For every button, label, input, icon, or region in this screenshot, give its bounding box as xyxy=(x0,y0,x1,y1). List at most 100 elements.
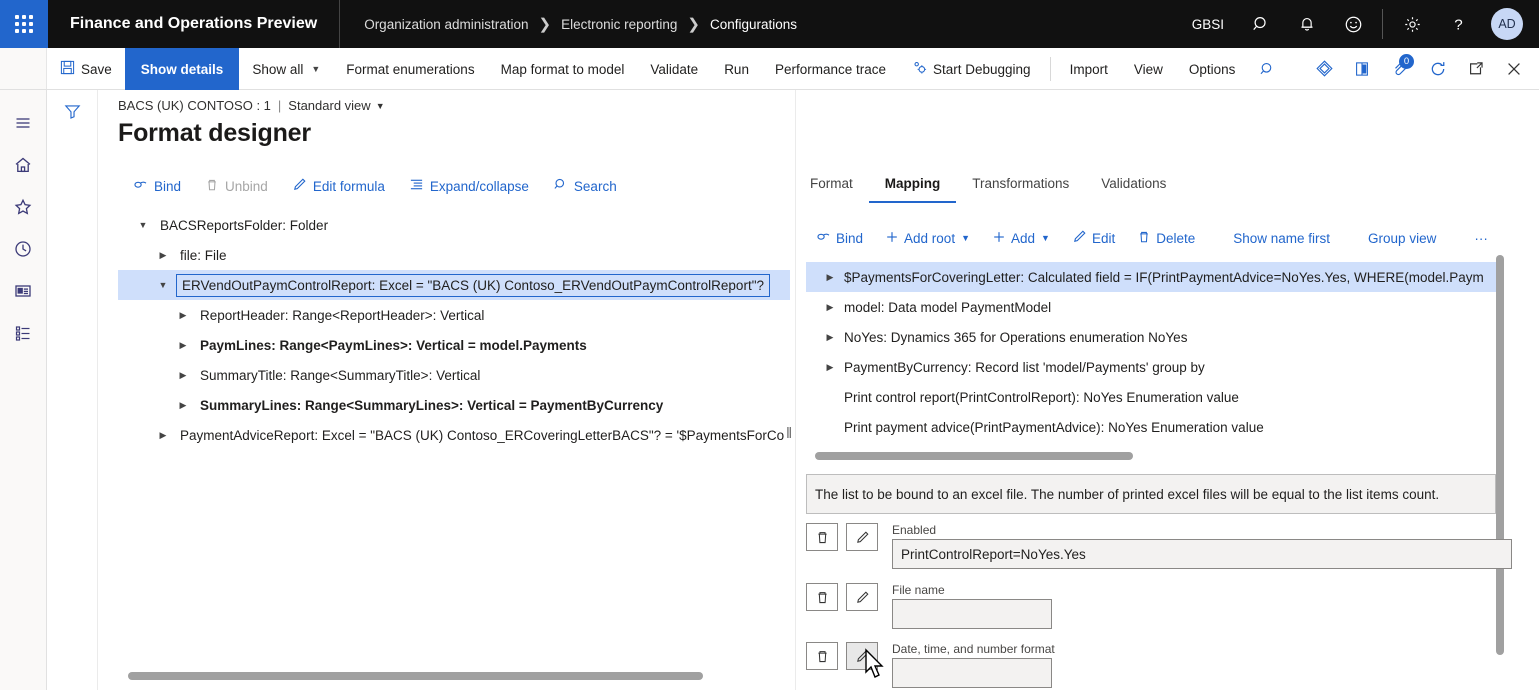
tree-row[interactable]: ▶ PaymLines: Range<PaymLines>: Vertical … xyxy=(118,330,790,360)
mapping-row-label: model: Data model PaymentModel xyxy=(844,299,1052,315)
breadcrumb-item-electronic-reporting[interactable]: Electronic reporting xyxy=(561,17,677,32)
twisty-collapsed-icon[interactable]: ▶ xyxy=(816,362,844,373)
twisty-collapsed-icon[interactable]: ▶ xyxy=(816,302,844,313)
tree-row[interactable]: ▶ file: File xyxy=(118,240,790,270)
refresh-icon[interactable] xyxy=(1419,48,1457,90)
run-button[interactable]: Run xyxy=(711,48,762,90)
feedback-smiley-icon[interactable] xyxy=(1330,0,1376,48)
view-selector[interactable]: Standard view ▼ xyxy=(288,98,384,113)
view-button[interactable]: View xyxy=(1121,48,1176,90)
performance-trace-button[interactable]: Performance trace xyxy=(762,48,899,90)
expand-collapse-button[interactable]: Expand/collapse xyxy=(398,172,540,200)
user-avatar[interactable]: AD xyxy=(1491,8,1523,40)
format-tree-horizontal-scrollbar[interactable] xyxy=(128,672,703,680)
twisty-collapsed-icon[interactable]: ▶ xyxy=(170,370,196,381)
breadcrumb-item-organization-administration[interactable]: Organization administration xyxy=(364,17,528,32)
twisty-collapsed-icon[interactable]: ▶ xyxy=(150,250,176,261)
company-selector[interactable]: GBSI xyxy=(1178,17,1238,32)
mapping-row[interactable]: Print payment advice(PrintPaymentAdvice)… xyxy=(806,412,1496,442)
show-all-button[interactable]: Show all ▼ xyxy=(239,48,333,90)
mapping-delete-button[interactable]: Delete xyxy=(1127,225,1205,252)
mapping-tree-horizontal-scrollbar[interactable] xyxy=(815,452,1133,460)
mapping-bind-button[interactable]: Bind xyxy=(806,224,873,252)
help-question-icon[interactable]: ? xyxy=(1435,0,1481,48)
breadcrumb-item-configurations[interactable]: Configurations xyxy=(710,17,797,32)
tree-row[interactable]: ▶ PaymentAdviceReport: Excel = "BACS (UK… xyxy=(118,420,790,450)
twisty-collapsed-icon[interactable]: ▶ xyxy=(150,430,176,441)
tree-row[interactable]: ▶ SummaryLines: Range<SummaryLines>: Ver… xyxy=(118,390,790,420)
unbind-button[interactable]: Unbind xyxy=(194,173,279,200)
favorites-star-icon[interactable] xyxy=(0,186,47,228)
delete-trash-icon[interactable] xyxy=(806,583,838,611)
search-tree-button[interactable]: Search xyxy=(542,172,628,200)
import-button[interactable]: Import xyxy=(1057,48,1121,90)
group-view-button[interactable]: Group view xyxy=(1358,226,1446,251)
hamburger-menu-icon[interactable] xyxy=(0,102,47,144)
tree-row-selected[interactable]: ▼ ERVendOutPaymControlReport: Excel = "B… xyxy=(118,270,790,300)
twisty-collapsed-icon[interactable]: ▶ xyxy=(170,340,196,351)
personalize-diamond-icon[interactable] xyxy=(1305,48,1343,90)
mapping-row[interactable]: ▶ PaymentByCurrency: Record list 'model/… xyxy=(806,352,1496,382)
notifications-bell-icon[interactable] xyxy=(1284,0,1330,48)
add-root-button[interactable]: Add root ▼ xyxy=(875,225,980,252)
add-button[interactable]: Add ▼ xyxy=(982,225,1060,252)
twisty-collapsed-icon[interactable]: ▶ xyxy=(170,400,196,411)
settings-gear-icon[interactable] xyxy=(1389,0,1435,48)
bind-button[interactable]: Bind xyxy=(122,172,192,200)
mapping-row[interactable]: Print control report(PrintControlReport)… xyxy=(806,382,1496,412)
twisty-expanded-icon[interactable]: ▼ xyxy=(150,280,176,290)
mapping-row[interactable]: ▶ NoYes: Dynamics 365 for Operations enu… xyxy=(806,322,1496,352)
home-icon[interactable] xyxy=(0,144,47,186)
search-icon[interactable] xyxy=(1248,48,1286,90)
edit-pencil-icon[interactable] xyxy=(846,642,878,670)
edit-pencil-icon[interactable] xyxy=(846,583,878,611)
tree-row[interactable]: ▶ SummaryTitle: Range<SummaryTitle>: Ver… xyxy=(118,360,790,390)
right-panel-vertical-scrollbar[interactable] xyxy=(1496,255,1504,655)
format-tree[interactable]: ▼ BACSReportsFolder: Folder ▶ file: File… xyxy=(118,210,790,660)
delete-trash-icon xyxy=(1137,230,1151,247)
format-enumerations-button[interactable]: Format enumerations xyxy=(333,48,487,90)
mapping-edit-button[interactable]: Edit xyxy=(1062,224,1125,252)
search-icon[interactable] xyxy=(1238,0,1284,48)
delete-trash-icon[interactable] xyxy=(806,523,838,551)
share-book-icon[interactable] xyxy=(1343,48,1381,90)
twisty-collapsed-icon[interactable]: ▶ xyxy=(816,332,844,343)
attachments-icon[interactable]: 0 xyxy=(1381,48,1419,90)
open-in-new-window-icon[interactable] xyxy=(1457,48,1495,90)
map-format-to-model-button[interactable]: Map format to model xyxy=(488,48,638,90)
tab-validations[interactable]: Validations xyxy=(1085,172,1182,203)
filter-icon[interactable] xyxy=(63,102,82,690)
field-label-enabled: Enabled xyxy=(892,523,937,537)
start-debugging-button[interactable]: Start Debugging xyxy=(899,48,1044,90)
twisty-expanded-icon[interactable]: ▼ xyxy=(130,220,156,230)
file-name-input[interactable] xyxy=(892,599,1052,629)
delete-trash-icon[interactable] xyxy=(806,642,838,670)
workspaces-icon[interactable] xyxy=(0,270,47,312)
more-options-icon[interactable]: ··· xyxy=(1464,226,1498,251)
modules-list-icon[interactable] xyxy=(0,312,47,354)
enabled-input[interactable] xyxy=(892,539,1512,569)
tab-format[interactable]: Format xyxy=(806,172,869,203)
mapping-row-selected[interactable]: ▶ $PaymentsForCoveringLetter: Calculated… xyxy=(806,262,1496,292)
close-icon[interactable] xyxy=(1495,48,1533,90)
edit-pencil-icon[interactable] xyxy=(846,523,878,551)
options-button[interactable]: Options xyxy=(1176,48,1249,90)
panel-splitter-handle[interactable]: ‖ xyxy=(786,425,792,442)
tab-mapping[interactable]: Mapping xyxy=(868,172,957,203)
tree-row[interactable]: ▶ ReportHeader: Range<ReportHeader>: Ver… xyxy=(118,300,790,330)
twisty-collapsed-icon[interactable]: ▶ xyxy=(170,310,196,321)
mapping-row[interactable]: ▶ model: Data model PaymentModel xyxy=(806,292,1496,322)
twisty-collapsed-icon[interactable]: ▶ xyxy=(816,272,844,283)
edit-formula-button[interactable]: Edit formula xyxy=(281,172,396,200)
recent-clock-icon[interactable] xyxy=(0,228,47,270)
show-details-button[interactable]: Show details xyxy=(124,48,240,90)
app-launcher-button[interactable] xyxy=(0,0,48,48)
breadcrumb: Organization administration ❯ Electronic… xyxy=(340,15,797,33)
mapping-tree[interactable]: ▶ $PaymentsForCoveringLetter: Calculated… xyxy=(806,262,1496,442)
validate-button[interactable]: Validate xyxy=(637,48,711,90)
date-time-number-format-input[interactable] xyxy=(892,658,1052,688)
save-button[interactable]: Save xyxy=(47,48,125,90)
tab-transformations[interactable]: Transformations xyxy=(956,172,1085,203)
tree-row[interactable]: ▼ BACSReportsFolder: Folder xyxy=(118,210,790,240)
show-name-first-button[interactable]: Show name first xyxy=(1223,226,1340,251)
